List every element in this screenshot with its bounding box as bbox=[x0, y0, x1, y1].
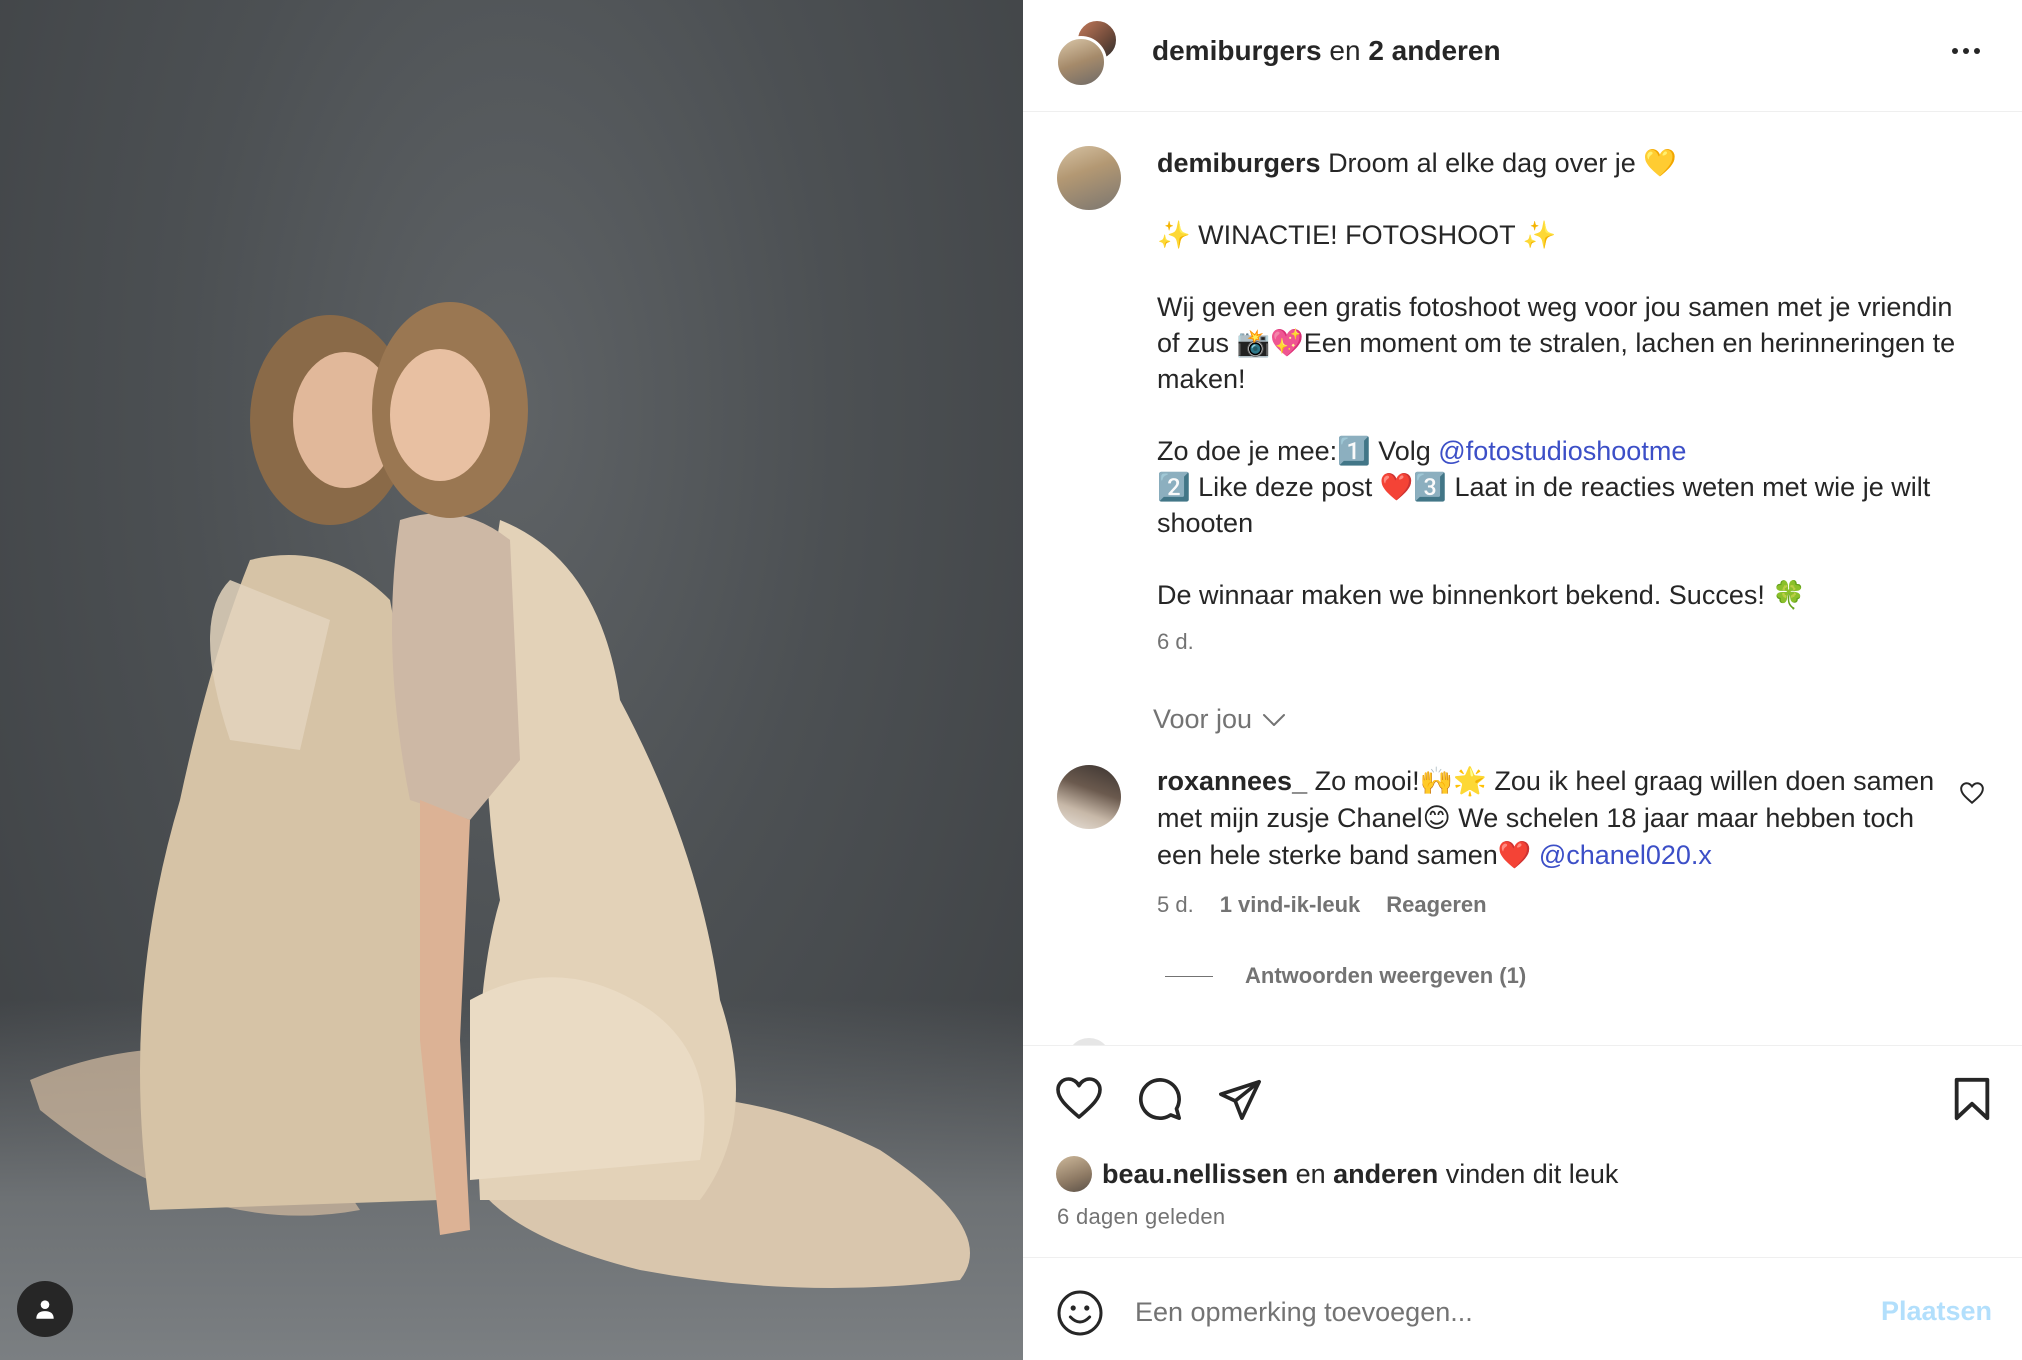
post-actions-bar bbox=[1023, 1046, 2022, 1156]
reply-button[interactable]: Reageren bbox=[1386, 892, 1486, 918]
dot-icon bbox=[1952, 48, 1958, 54]
avatar[interactable] bbox=[1067, 1038, 1111, 1045]
divider bbox=[1023, 1257, 2022, 1258]
post-photo[interactable] bbox=[0, 0, 1023, 1360]
post-authors[interactable]: demiburgers en 2 anderen bbox=[1152, 34, 1501, 68]
likes-joiner: en bbox=[1295, 1158, 1326, 1189]
caption-line: Droom al elke dag over je 💛 bbox=[1328, 148, 1677, 178]
like-heart-icon[interactable] bbox=[1055, 1076, 1103, 1120]
author-username[interactable]: demiburgers bbox=[1152, 35, 1322, 66]
likes-others-link[interactable]: anderen bbox=[1333, 1159, 1438, 1189]
divider bbox=[1165, 975, 1213, 977]
comments-scroll-area[interactable]: demiburgers Droom al elke dag over je 💛 … bbox=[1023, 113, 2022, 1045]
mention-link[interactable]: @chanel020.x bbox=[1539, 840, 1712, 870]
authors-joiner: en bbox=[1329, 35, 1361, 66]
chevron-down-icon bbox=[1263, 713, 1286, 726]
post-header: demiburgers en 2 anderen bbox=[1023, 0, 2022, 112]
dot-icon bbox=[1963, 48, 1969, 54]
caption-line: 2️⃣ Like deze post ❤️3️⃣ Laat in de reac… bbox=[1157, 472, 1931, 538]
likes-username[interactable]: beau.nellissen bbox=[1102, 1159, 1288, 1189]
caption-line: ✨ WINACTIE! FOTOSHOOT ✨ bbox=[1157, 220, 1557, 250]
more-options-button[interactable] bbox=[1946, 34, 1986, 68]
caption-line: De winnaar maken we binnenkort bekend. S… bbox=[1157, 580, 1806, 610]
post-date[interactable]: 6 dagen geleden bbox=[1057, 1204, 1225, 1230]
caption-timestamp[interactable]: 6 d. bbox=[1157, 629, 1194, 655]
comment-sort-label: Voor jou bbox=[1153, 704, 1253, 734]
post-caption: demiburgers Droom al elke dag over je 💛 … bbox=[1157, 145, 1957, 613]
avatar[interactable] bbox=[1057, 146, 1121, 210]
collab-avatars[interactable] bbox=[1055, 18, 1125, 88]
comment-timestamp[interactable]: 5 d. bbox=[1157, 892, 1194, 918]
comment-body: roxannees_ Zo mooi!🙌🌟 Zou ik heel graag … bbox=[1157, 763, 1947, 874]
view-replies-button[interactable]: Antwoorden weergeven (1) bbox=[1165, 963, 1526, 989]
comment-meta: 5 d. 1 vind-ik-leuk Reageren bbox=[1157, 892, 1487, 918]
caption-username[interactable]: demiburgers bbox=[1157, 148, 1321, 178]
comment-like-heart-icon[interactable] bbox=[1959, 781, 1985, 805]
likes-summary[interactable]: beau.nellissen en anderen vinden dit leu… bbox=[1056, 1156, 1618, 1192]
save-bookmark-icon[interactable] bbox=[1951, 1076, 1993, 1122]
comment-bubble-icon[interactable] bbox=[1137, 1076, 1183, 1122]
dot-icon bbox=[1974, 48, 1980, 54]
view-replies-label: Antwoorden weergeven (1) bbox=[1245, 963, 1527, 988]
person-icon bbox=[36, 1300, 54, 1319]
comment-sort-dropdown[interactable]: Voor jou bbox=[1153, 704, 1286, 735]
photo-illustration bbox=[30, 302, 970, 1288]
avatar[interactable] bbox=[1057, 765, 1121, 829]
tagged-users-button[interactable] bbox=[17, 1281, 73, 1337]
likes-suffix: vinden dit leuk bbox=[1445, 1158, 1619, 1189]
caption-line: Zo doe je mee:1️⃣ Volg bbox=[1157, 436, 1439, 466]
post-side-panel: demiburgers en 2 anderen demiburgers Dro… bbox=[1023, 0, 2022, 1360]
comment-likes-count[interactable]: 1 vind-ik-leuk bbox=[1220, 892, 1361, 918]
share-paper-plane-icon[interactable] bbox=[1217, 1076, 1263, 1122]
comment-input[interactable] bbox=[1135, 1290, 1835, 1334]
emoji-smiley-icon[interactable] bbox=[1056, 1289, 1104, 1337]
avatar bbox=[1055, 36, 1107, 88]
post-comment-button[interactable]: Plaatsen bbox=[1881, 1296, 1992, 1327]
avatar bbox=[1056, 1156, 1092, 1192]
mention-link[interactable]: @fotostudioshootme bbox=[1438, 436, 1686, 466]
comment-username[interactable]: roxannees_ bbox=[1157, 766, 1307, 796]
other-authors-link[interactable]: 2 anderen bbox=[1368, 35, 1500, 66]
caption-line: Wij geven een gratis fotoshoot weg voor … bbox=[1157, 292, 1956, 394]
